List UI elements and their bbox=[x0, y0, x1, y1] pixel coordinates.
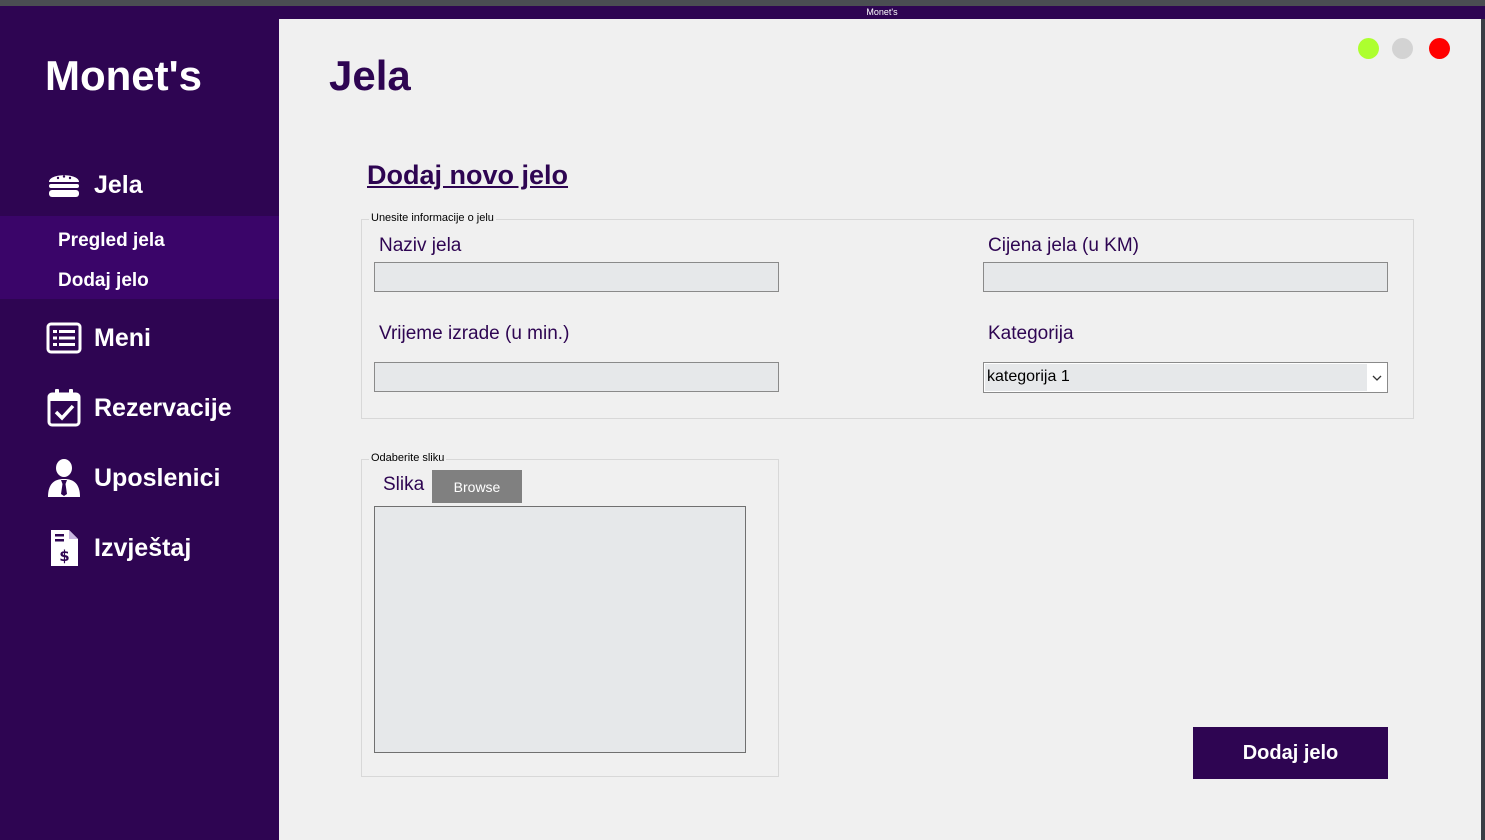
burger-icon bbox=[44, 165, 84, 205]
info-group-legend: Unesite informacije o jelu bbox=[369, 212, 496, 224]
invoice-dollar-icon: $ bbox=[44, 528, 84, 568]
sidebar-item-label: Uposlenici bbox=[94, 463, 221, 492]
close-button[interactable] bbox=[1429, 38, 1450, 59]
category-label: Kategorija bbox=[988, 323, 1074, 344]
window-title: Monet's bbox=[866, 7, 898, 17]
sidebar-item-rezervacije[interactable]: Rezervacije bbox=[44, 386, 232, 430]
chevron-down-icon bbox=[1371, 371, 1383, 383]
name-input[interactable] bbox=[374, 262, 779, 292]
price-input[interactable] bbox=[983, 262, 1388, 292]
submenu-item-pregled-jela[interactable]: Pregled jela bbox=[58, 230, 165, 252]
category-select-value: kategorija 1 bbox=[987, 368, 1070, 385]
time-input[interactable] bbox=[374, 362, 779, 392]
maximize-button[interactable] bbox=[1392, 38, 1413, 59]
submenu-jela: Pregled jela Dodaj jelo bbox=[0, 216, 279, 299]
name-label: Naziv jela bbox=[379, 235, 462, 256]
submenu-item-dodaj-jelo[interactable]: Dodaj jelo bbox=[58, 270, 149, 292]
sidebar-item-meni[interactable]: Meni bbox=[44, 316, 151, 360]
sidebar-item-label: Meni bbox=[94, 323, 151, 352]
sidebar-item-jela[interactable]: Jela bbox=[44, 163, 143, 207]
category-select[interactable]: kategorija 1 bbox=[983, 362, 1388, 393]
list-icon bbox=[44, 318, 84, 358]
employee-icon bbox=[44, 458, 84, 498]
price-label: Cijena jela (u KM) bbox=[988, 235, 1139, 256]
time-label: Vrijeme izrade (u min.) bbox=[379, 323, 570, 344]
window-titlebar: Monet's bbox=[279, 6, 1485, 19]
sidebar-item-izvjestaj[interactable]: $ Izvještaj bbox=[44, 526, 191, 570]
window-right-edge bbox=[1481, 19, 1485, 840]
image-preview bbox=[374, 506, 746, 753]
sidebar-item-label: Jela bbox=[94, 170, 143, 199]
sidebar-item-uposlenici[interactable]: Uposlenici bbox=[44, 456, 220, 500]
app-brand: Monet's bbox=[45, 52, 202, 99]
add-dish-button[interactable]: Dodaj jelo bbox=[1193, 727, 1388, 779]
page-title: Jela bbox=[329, 52, 411, 99]
calendar-check-icon bbox=[44, 388, 84, 428]
form-title: Dodaj novo jelo bbox=[367, 160, 569, 190]
svg-text:$: $ bbox=[59, 547, 69, 565]
image-group-legend: Odaberite sliku bbox=[369, 452, 447, 464]
image-label: Slika bbox=[383, 474, 425, 495]
minimize-button[interactable] bbox=[1358, 38, 1379, 59]
sidebar-item-label: Izvještaj bbox=[94, 533, 192, 562]
sidebar-item-label: Rezervacije bbox=[94, 393, 232, 422]
browse-button[interactable]: Browse bbox=[432, 470, 522, 503]
